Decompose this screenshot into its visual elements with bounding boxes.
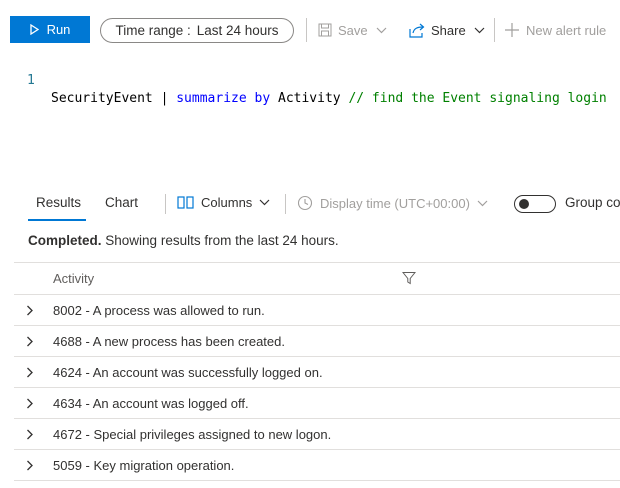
new-alert-rule-button[interactable]: New alert rule bbox=[504, 19, 606, 41]
results-divider bbox=[285, 194, 286, 214]
display-time-dropdown[interactable]: Display time (UTC+00:00) bbox=[297, 195, 488, 211]
chevron-down-icon bbox=[477, 200, 488, 207]
clock-icon bbox=[297, 195, 313, 211]
code-keyword-summarize: summarize bbox=[176, 91, 247, 106]
query-editor[interactable]: 1 SecurityEvent | summarize by Activity … bbox=[0, 50, 620, 180]
activity-cell: 4634 - An account was logged off. bbox=[53, 396, 249, 411]
chevron-right-icon[interactable] bbox=[26, 396, 38, 409]
toolbar-divider bbox=[306, 18, 307, 42]
code-keyword-by: by bbox=[254, 91, 271, 106]
line-number: 1 bbox=[27, 73, 35, 88]
code-line: 1 SecurityEvent | summarize by Activity … bbox=[0, 54, 620, 106]
chevron-down-icon bbox=[259, 199, 270, 206]
group-columns-label: Group col bbox=[565, 195, 620, 210]
save-label: Save bbox=[338, 22, 368, 38]
columns-icon bbox=[177, 196, 194, 209]
save-icon bbox=[318, 23, 332, 37]
table-divider bbox=[14, 262, 620, 263]
tab-results[interactable]: Results bbox=[36, 195, 81, 210]
play-icon bbox=[29, 24, 39, 35]
new-alert-label: New alert rule bbox=[526, 22, 607, 38]
activity-cell: 4624 - An account was successfully logge… bbox=[53, 365, 323, 380]
save-button[interactable]: Save bbox=[318, 19, 387, 41]
activity-cell: 4688 - A new process has been created. bbox=[53, 334, 285, 349]
code-column-token: Activity bbox=[278, 91, 349, 106]
time-range-picker[interactable]: Time range : Last 24 hours bbox=[100, 18, 294, 43]
status-bold: Completed. bbox=[28, 233, 102, 248]
table-row[interactable]: 4688 - A new process has been created. bbox=[14, 326, 620, 357]
activity-cell: 5059 - Key migration operation. bbox=[53, 458, 235, 473]
code-text: SecurityEvent | summarize by Activity //… bbox=[51, 90, 607, 108]
activity-cell: 8002 - A process was allowed to run. bbox=[53, 303, 265, 318]
query-toolbar: Run Time range : Last 24 hours Save Shar… bbox=[0, 0, 620, 50]
chevron-right-icon[interactable] bbox=[26, 458, 38, 471]
table-row[interactable]: 5059 - Key migration operation. bbox=[14, 450, 620, 481]
status-text: Showing results from the last 24 hours. bbox=[105, 233, 339, 248]
filter-icon[interactable] bbox=[401, 271, 417, 290]
share-button[interactable]: Share bbox=[408, 19, 485, 41]
chevron-down-icon bbox=[376, 27, 387, 34]
code-table-token: SecurityEvent | bbox=[51, 91, 177, 106]
run-button[interactable]: Run bbox=[10, 16, 90, 43]
display-time-label: Display time (UTC+00:00) bbox=[320, 195, 470, 211]
table-row[interactable]: 4672 - Special privileges assigned to ne… bbox=[14, 419, 620, 450]
share-label: Share bbox=[431, 22, 466, 38]
tab-chart[interactable]: Chart bbox=[105, 195, 138, 210]
activity-cell: 4672 - Special privileges assigned to ne… bbox=[53, 427, 332, 442]
columns-button[interactable]: Columns bbox=[177, 195, 270, 210]
toggle-knob bbox=[519, 199, 529, 209]
row-divider bbox=[14, 480, 620, 481]
code-comment: // find the Event signaling login bbox=[348, 91, 607, 106]
chevron-right-icon[interactable] bbox=[26, 303, 38, 316]
query-status: Completed. Showing results from the last… bbox=[28, 233, 339, 248]
chevron-right-icon[interactable] bbox=[26, 365, 38, 378]
columns-label: Columns bbox=[201, 195, 253, 210]
toolbar-divider bbox=[494, 18, 495, 42]
time-range-label: Time range : bbox=[115, 23, 191, 38]
table-row[interactable]: 8002 - A process was allowed to run. bbox=[14, 295, 620, 326]
share-icon bbox=[408, 23, 425, 38]
chevron-right-icon[interactable] bbox=[26, 334, 38, 347]
chevron-right-icon[interactable] bbox=[26, 427, 38, 440]
active-tab-indicator bbox=[28, 219, 86, 221]
chevron-down-icon bbox=[474, 27, 485, 34]
run-label: Run bbox=[46, 22, 71, 37]
group-columns-toggle[interactable] bbox=[514, 195, 556, 213]
plus-icon bbox=[504, 22, 520, 38]
table-row[interactable]: 4624 - An account was successfully logge… bbox=[14, 357, 620, 388]
table-row[interactable]: 4634 - An account was logged off. bbox=[14, 388, 620, 419]
time-range-value: Last 24 hours bbox=[196, 23, 279, 38]
results-divider bbox=[165, 194, 166, 214]
column-header-activity[interactable]: Activity bbox=[53, 271, 94, 286]
